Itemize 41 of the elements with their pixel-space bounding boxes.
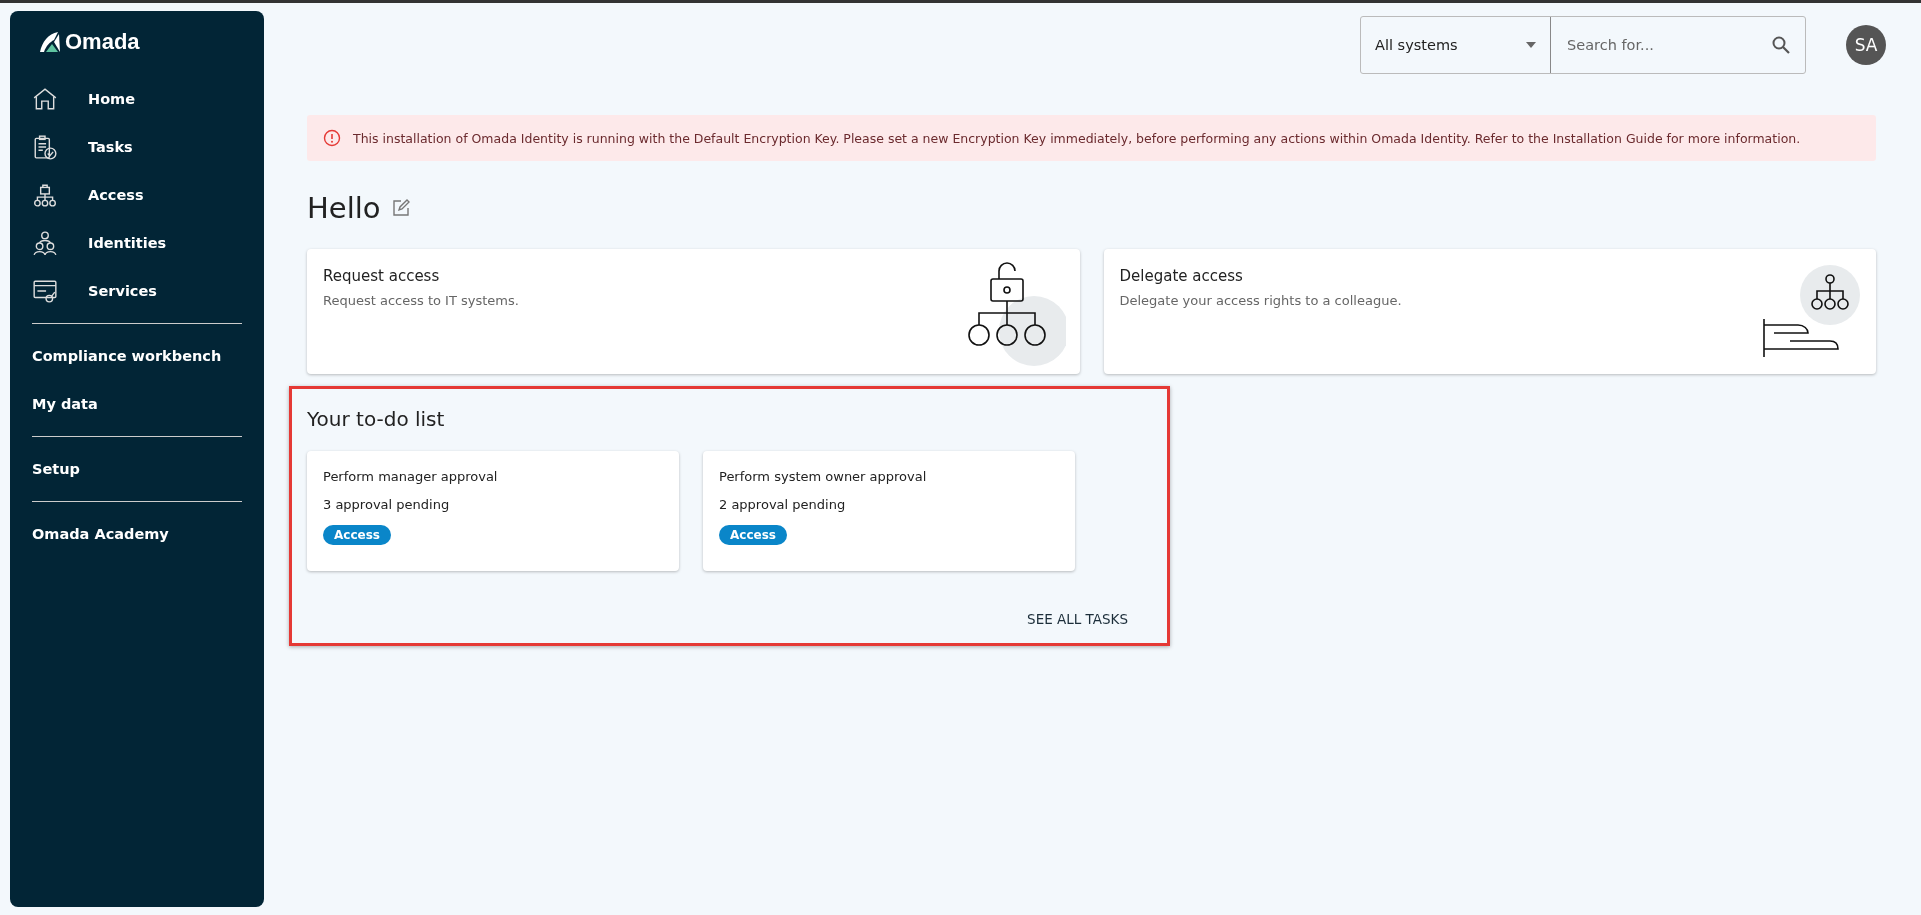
caret-icon [1526,41,1536,48]
sidebar-item[interactable]: Access [10,171,144,219]
task-card[interactable]: Perform manager approval 3 approval pending Access [307,451,679,571]
warning-icon [323,129,341,147]
sidebar-item[interactable]: Setup [10,445,80,493]
search-field[interactable]: Search for... [1565,35,1749,54]
sidebar-item[interactable]: Home [10,75,136,123]
card-description: Request access to IT systems. [323,293,520,308]
card-key-icon [32,278,58,304]
people-icon [32,230,58,256]
task-title: Perform system owner approval [719,469,927,484]
category-tag: Access [323,525,391,545]
card-description: Delegate your access rights to a colleague. [1119,293,1403,308]
pending-count: 2 approval pending [719,497,846,512]
search-icon[interactable] [1771,34,1791,55]
sidebar-item[interactable]: My data [10,380,98,428]
logo-text: Omada [65,29,140,55]
category-tag: Access [719,525,787,545]
clipboard-check-icon [32,134,58,160]
greeting-heading: Hello [307,191,381,225]
home-icon [32,86,58,112]
sidebar-item[interactable]: Tasks [10,123,133,171]
sidebar-item[interactable]: Omada Academy [10,510,169,558]
user-avatar[interactable]: SA [1846,24,1886,65]
sidebar-item[interactable]: Services [10,267,157,315]
see-all-tasks-link[interactable]: SEE ALL TASKS [1021,607,1134,631]
edit-icon[interactable] [390,198,411,218]
pending-count: 3 approval pending [323,497,450,512]
sidebar-item[interactable]: Compliance workbench [10,332,222,380]
action-card[interactable]: Request access Request access to IT systems. [307,249,1080,374]
action-card[interactable]: Delegate access Delegate your access rights to a colleague. [1103,249,1876,374]
task-card[interactable]: Perform system owner approval 2 approval pending Access [703,451,1075,571]
task-title: Perform manager approval [323,469,498,484]
org-chart-lock-icon [32,182,58,208]
logo-icon [38,30,62,54]
warning-text: This installation of Omada Identity is running with the Default Encryption Key. Please set a new Encryption Key immediately, before performing any actions within Omada Identity. Refer to the Installation Guide for more information. [353,130,1801,146]
card-title: Request access [323,267,441,285]
sidebar-item[interactable]: Identities [10,219,167,267]
system-dropdown[interactable]: All systems [1361,16,1551,73]
card-title: Delegate access [1119,267,1244,285]
todo-heading: Your to-do list [307,407,445,431]
